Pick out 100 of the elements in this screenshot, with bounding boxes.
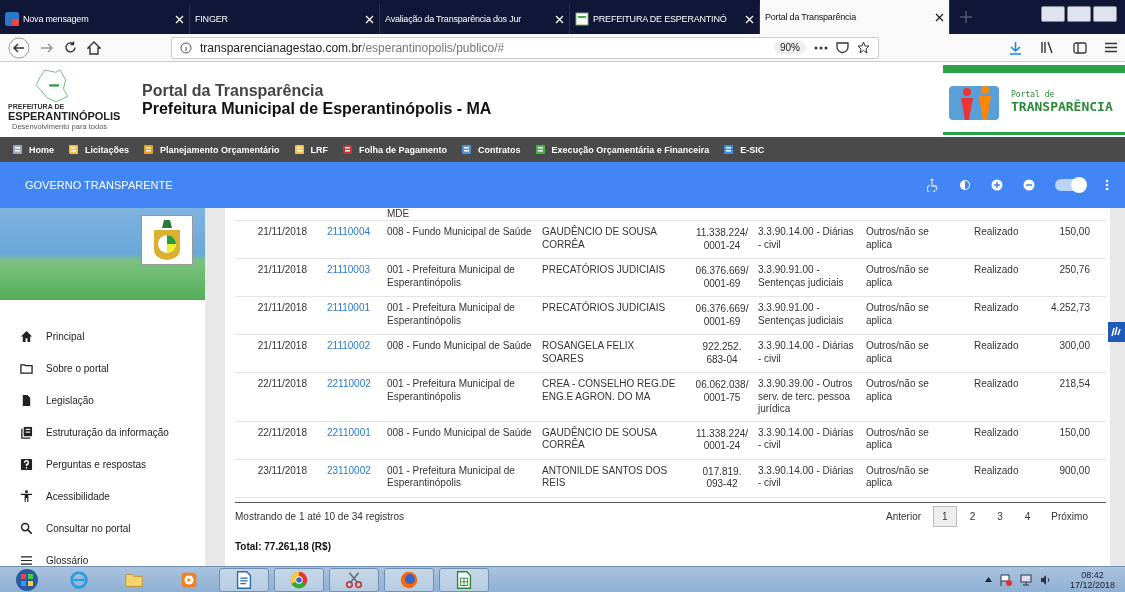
document-number-cell: 922.252. 683-04 xyxy=(702,341,742,365)
modality-cell: Outros/não se aplica xyxy=(866,302,929,326)
commitment-link[interactable]: 21110003 xyxy=(327,264,370,275)
page-button[interactable]: 1 xyxy=(933,506,957,527)
nav-link[interactable]: Home xyxy=(12,144,54,155)
creditor-cell: GAUDÊNCIO DE SOUSA CORRÊA xyxy=(542,226,657,250)
amount-cell: 250,76 xyxy=(1059,264,1090,275)
close-icon[interactable] xyxy=(935,12,944,22)
address-bar[interactable]: transparencianagestao.com.br/esperantinopolis/publico/# 90% xyxy=(171,36,879,59)
sidebar-item[interactable]: Principal xyxy=(0,320,205,352)
taskbar-app[interactable] xyxy=(329,567,379,592)
sidebar-item[interactable]: Consultar no portal xyxy=(0,512,205,544)
browser-tab[interactable]: Portal da Transparência xyxy=(760,0,950,34)
flag-icon[interactable] xyxy=(999,573,1012,586)
portal-title: Portal da Transparência xyxy=(142,81,325,100)
help-icon xyxy=(20,457,33,471)
clock-time: 08:42 xyxy=(1081,569,1104,580)
reload-icon[interactable] xyxy=(64,41,77,54)
volume-icon[interactable] xyxy=(1039,573,1052,586)
taskbar-app[interactable] xyxy=(439,567,489,592)
nav-link[interactable]: Execução Orçamentária e Financeira xyxy=(534,144,710,155)
theme-toggle[interactable] xyxy=(1055,179,1085,191)
expense-element-cell: 3.3.90.91.00 - Sentenças judiciais xyxy=(758,302,844,326)
pocket-icon[interactable] xyxy=(836,41,849,54)
sidebar-item[interactable]: Acessibilidade xyxy=(0,480,205,512)
download-icon[interactable] xyxy=(1009,40,1022,55)
previous-page-button[interactable]: Anterior xyxy=(878,507,930,526)
commitment-link[interactable]: 23110002 xyxy=(327,464,371,476)
coat-of-arms-icon xyxy=(141,215,193,265)
sidebar-item[interactable]: Glossário xyxy=(0,544,205,566)
amount-cell: 150,00 xyxy=(1059,426,1090,438)
page-button[interactable]: 2 xyxy=(960,506,985,527)
close-button[interactable] xyxy=(1093,6,1117,22)
commitment-link[interactable]: 21110001 xyxy=(327,302,370,313)
portal-subtitle: Prefeitura Municipal de Esperantinópolis - MA xyxy=(142,99,492,118)
taskbar-app[interactable] xyxy=(274,567,324,592)
back-button[interactable] xyxy=(8,36,30,59)
status-cell: Realizado xyxy=(974,464,1019,476)
document-number-cell: 06.062.038/ 0001-75 xyxy=(695,379,749,403)
unit-cell: 008 - Fundo Municipal de Saúde xyxy=(387,426,532,438)
accessibility-icon[interactable] xyxy=(927,178,939,192)
modality-cell: Outros/não se aplica xyxy=(866,464,929,488)
kebab-menu-icon[interactable] xyxy=(1105,179,1109,191)
commitment-link[interactable]: 21110002 xyxy=(327,340,370,351)
sidebar-item[interactable]: Sobre o portal xyxy=(0,352,205,384)
nav-link[interactable]: Folha de Pagamento xyxy=(342,144,448,155)
restore-button[interactable] xyxy=(1067,6,1091,22)
amount-cell: 218,54 xyxy=(1059,378,1090,389)
portal-badge: Portal de TRANSPARÊNCIA xyxy=(943,64,1125,135)
contrast-icon[interactable] xyxy=(959,179,971,191)
page-button[interactable]: 4 xyxy=(1015,506,1040,527)
creditor-cell: ANTONILDE SANTOS DOS REIS xyxy=(542,464,668,488)
commitment-link[interactable]: 22110001 xyxy=(327,426,371,438)
star-icon[interactable] xyxy=(857,41,870,54)
zoom-in-icon[interactable] xyxy=(991,179,1003,191)
sidebar-item[interactable]: Legislação xyxy=(0,384,205,416)
unit-cell: 001 - Prefeitura Municipal de Esperantinópolis xyxy=(387,464,515,488)
date-cell: 21/11/2018 xyxy=(257,264,307,275)
menu-icon[interactable] xyxy=(1105,42,1117,53)
taskbar-app[interactable] xyxy=(219,567,269,592)
forward-icon[interactable] xyxy=(40,41,54,54)
date-cell: 22/11/2018 xyxy=(257,426,307,438)
taskbar-app[interactable] xyxy=(384,567,434,592)
date-cell: 21/11/2018 xyxy=(257,340,307,351)
document-number-cell: 06.376.669/ 0001-69 xyxy=(695,265,749,289)
total-amount: Total: 77.261,18 (R$) xyxy=(235,540,332,552)
unit-cell: 008 - Fundo Municipal de Saúde xyxy=(387,226,532,237)
globe-icon xyxy=(68,568,90,591)
modality-cell: Outros/não se aplica xyxy=(866,426,929,450)
network-icon[interactable] xyxy=(1019,573,1032,586)
nav-link[interactable]: Contratos xyxy=(461,144,521,155)
commitment-link[interactable]: 21110004 xyxy=(327,226,370,237)
zoom-out-icon[interactable] xyxy=(1023,179,1035,191)
page-button[interactable]: 3 xyxy=(988,506,1012,527)
expense-element-cell: 3.3.90.14.00 - Diárias - civil xyxy=(758,340,854,364)
minimize-button[interactable] xyxy=(1041,6,1065,22)
creditor-cell: PRECATÓRIOS JUDICIAIS xyxy=(542,264,666,275)
nav-link[interactable]: Licitações xyxy=(68,144,130,155)
expense-element-cell: 3.3.90.39.00 - Outros serv. de terc. pessoa jurídica xyxy=(758,378,853,414)
person-icon xyxy=(20,489,33,503)
amount-cell: 300,00 xyxy=(1059,340,1090,351)
commitment-link[interactable]: 22110002 xyxy=(327,378,371,389)
status-cell: Realizado xyxy=(974,426,1019,438)
tray-arrow-icon[interactable] xyxy=(984,577,992,582)
zoom-level[interactable]: 90% xyxy=(774,41,806,54)
mail-icon xyxy=(5,12,19,26)
sidebar-item[interactable]: Estruturação da informação xyxy=(0,416,205,448)
next-page-button[interactable]: Próximo xyxy=(1043,507,1096,526)
nav-link[interactable]: E-SIC xyxy=(723,144,765,155)
sidebar-item[interactable]: Perguntas e respostas xyxy=(0,448,205,480)
nav-link[interactable]: Planejamento Orçamentário xyxy=(143,144,280,155)
library-icon[interactable] xyxy=(1040,41,1055,54)
nav-link[interactable]: LRF xyxy=(293,144,329,155)
amount-cell: 150,00 xyxy=(1059,226,1090,237)
more-icon[interactable] xyxy=(814,45,828,50)
sidebar-icon[interactable] xyxy=(1073,41,1087,54)
amount-cell: 4.252,73 xyxy=(1051,302,1090,313)
unit-cell: 001 - Prefeitura Municipal de Esperantinópolis xyxy=(387,302,515,326)
modality-cell: Outros/não se aplica xyxy=(866,226,929,250)
expense-element-cell: 3.3.90.14.00 - Diárias - civil xyxy=(758,226,854,250)
